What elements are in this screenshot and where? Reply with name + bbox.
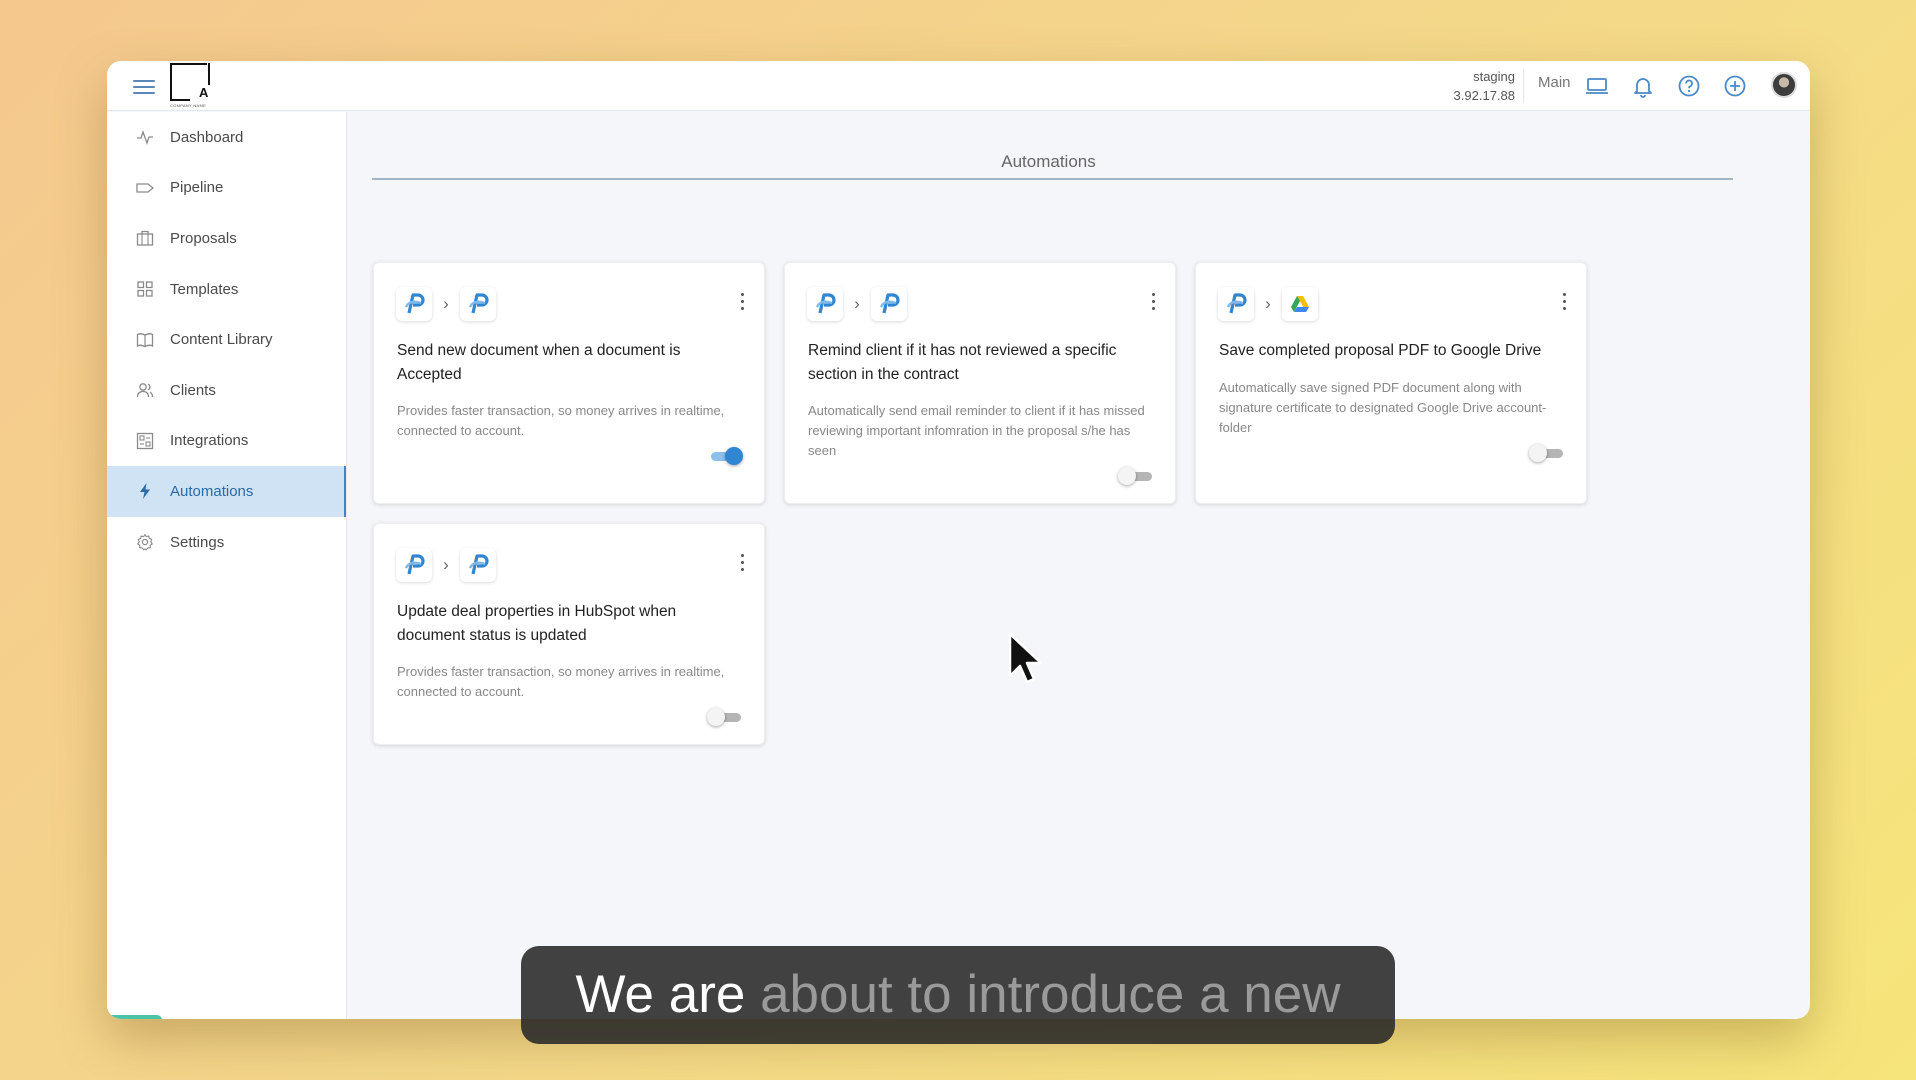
- more-options-icon[interactable]: [738, 293, 746, 315]
- topbar-divider: [1523, 69, 1524, 103]
- chevron-right-icon: ›: [443, 555, 449, 574]
- card-app-flow: ›: [1218, 287, 1318, 321]
- sidebar-item-label: Clients: [170, 381, 216, 399]
- sidebar-item-label: Settings: [170, 533, 225, 551]
- automation-toggle[interactable]: [1529, 444, 1565, 462]
- title-divider: [372, 178, 1733, 180]
- sidebar-item-label: Integrations: [170, 432, 249, 450]
- card-app-flow: ›: [396, 287, 496, 321]
- top-bar: A COMPANY NAME staging 3.92.17.88 Main: [107, 61, 1810, 111]
- card-app-flow: ›: [396, 548, 496, 582]
- briefcase-icon: [136, 229, 154, 247]
- sidebar-item-label: Templates: [170, 280, 239, 298]
- card-title: Update deal properties in HubSpot when d…: [397, 603, 677, 644]
- menu-icon[interactable]: [133, 76, 155, 96]
- automation-card[interactable]: › Save completed proposal PDF to Google …: [1195, 262, 1587, 504]
- proposal-app-icon: [396, 287, 432, 321]
- workspace-label[interactable]: Main: [1538, 74, 1571, 91]
- caption-upcoming: about to introduce a new: [760, 965, 1341, 1024]
- sidebar-item-content-library[interactable]: Content Library: [107, 314, 346, 365]
- card-description: Provides faster transaction, so money ar…: [397, 664, 725, 699]
- environment-name: staging: [1473, 69, 1515, 84]
- automation-toggle[interactable]: [707, 708, 743, 726]
- chevron-right-icon: ›: [1265, 294, 1271, 313]
- sidebar-item-clients[interactable]: Clients: [107, 365, 346, 416]
- proposal-app-icon: [460, 548, 496, 582]
- logo-tagline: COMPANY NAME: [170, 103, 207, 108]
- card-title: Save completed proposal PDF to Google Dr…: [1219, 342, 1542, 359]
- chevron-right-icon: ›: [854, 294, 860, 313]
- activity-icon: [136, 128, 154, 146]
- main-content: Automations › Send new document when a d…: [348, 112, 1810, 1019]
- more-options-icon[interactable]: [738, 554, 746, 576]
- integrations-icon: [136, 432, 154, 450]
- company-logo[interactable]: A COMPANY NAME: [170, 63, 212, 109]
- proposal-app-icon: [460, 287, 496, 321]
- google-drive-icon: [1282, 287, 1318, 321]
- card-app-flow: ›: [807, 287, 907, 321]
- more-options-icon[interactable]: [1149, 293, 1157, 315]
- sidebar-item-label: Automations: [170, 482, 254, 500]
- sidebar: Dashboard Pipeline Proposals Templates C…: [107, 112, 347, 1019]
- bell-icon[interactable]: [1630, 73, 1656, 99]
- add-icon[interactable]: [1722, 73, 1748, 99]
- book-icon: [136, 331, 154, 349]
- mouse-cursor-icon: [1008, 632, 1043, 684]
- sidebar-item-dashboard[interactable]: Dashboard: [107, 112, 346, 163]
- sidebar-item-integrations[interactable]: Integrations: [107, 416, 346, 467]
- card-description: Automatically save signed PDF document a…: [1219, 380, 1547, 435]
- sidebar-item-label: Proposals: [170, 229, 237, 247]
- card-title: Send new document when a document is Acc…: [397, 342, 681, 383]
- help-widget-tab[interactable]: [107, 1015, 162, 1019]
- automation-toggle[interactable]: [1118, 467, 1154, 485]
- video-caption: We are about to introduce a new: [521, 946, 1395, 1044]
- environment-info: staging 3.92.17.88: [1445, 67, 1515, 105]
- automation-toggle[interactable]: [707, 447, 743, 465]
- proposal-app-icon: [1218, 287, 1254, 321]
- automation-card[interactable]: › Send new document when a document is A…: [373, 262, 765, 504]
- proposal-app-icon: [807, 287, 843, 321]
- sidebar-item-label: Dashboard: [170, 128, 244, 146]
- help-icon[interactable]: [1676, 73, 1702, 99]
- sidebar-item-templates[interactable]: Templates: [107, 264, 346, 315]
- sidebar-item-label: Content Library: [170, 331, 273, 349]
- automation-card[interactable]: › Remind client if it has not reviewed a…: [784, 262, 1176, 504]
- users-icon: [136, 381, 154, 399]
- automation-card[interactable]: › Update deal properties in HubSpot when…: [373, 523, 765, 745]
- caption-spoken: We are: [575, 965, 746, 1024]
- lightning-icon: [136, 482, 154, 500]
- avatar[interactable]: [1771, 72, 1797, 98]
- more-options-icon[interactable]: [1560, 293, 1568, 315]
- sidebar-item-label: Pipeline: [170, 179, 224, 197]
- card-description: Automatically send email reminder to cli…: [808, 403, 1145, 458]
- page-title: Automations: [1001, 152, 1096, 171]
- sidebar-item-proposals[interactable]: Proposals: [107, 213, 346, 264]
- card-title: Remind client if it has not reviewed a s…: [808, 342, 1117, 383]
- gear-icon: [136, 533, 154, 551]
- card-description: Provides faster transaction, so money ar…: [397, 403, 725, 438]
- chevron-right-icon: ›: [443, 294, 449, 313]
- sidebar-item-settings[interactable]: Settings: [107, 517, 346, 568]
- environment-version: 3.92.17.88: [1453, 88, 1515, 103]
- logo-letter: A: [199, 85, 209, 100]
- tag-icon: [136, 179, 154, 197]
- sidebar-item-automations[interactable]: Automations: [107, 466, 346, 517]
- app-window: A COMPANY NAME staging 3.92.17.88 Main D…: [107, 61, 1810, 1019]
- grid-icon: [136, 280, 154, 298]
- sidebar-item-pipeline[interactable]: Pipeline: [107, 163, 346, 214]
- monitor-icon[interactable]: [1584, 73, 1610, 99]
- proposal-app-icon: [396, 548, 432, 582]
- proposal-app-icon: [871, 287, 907, 321]
